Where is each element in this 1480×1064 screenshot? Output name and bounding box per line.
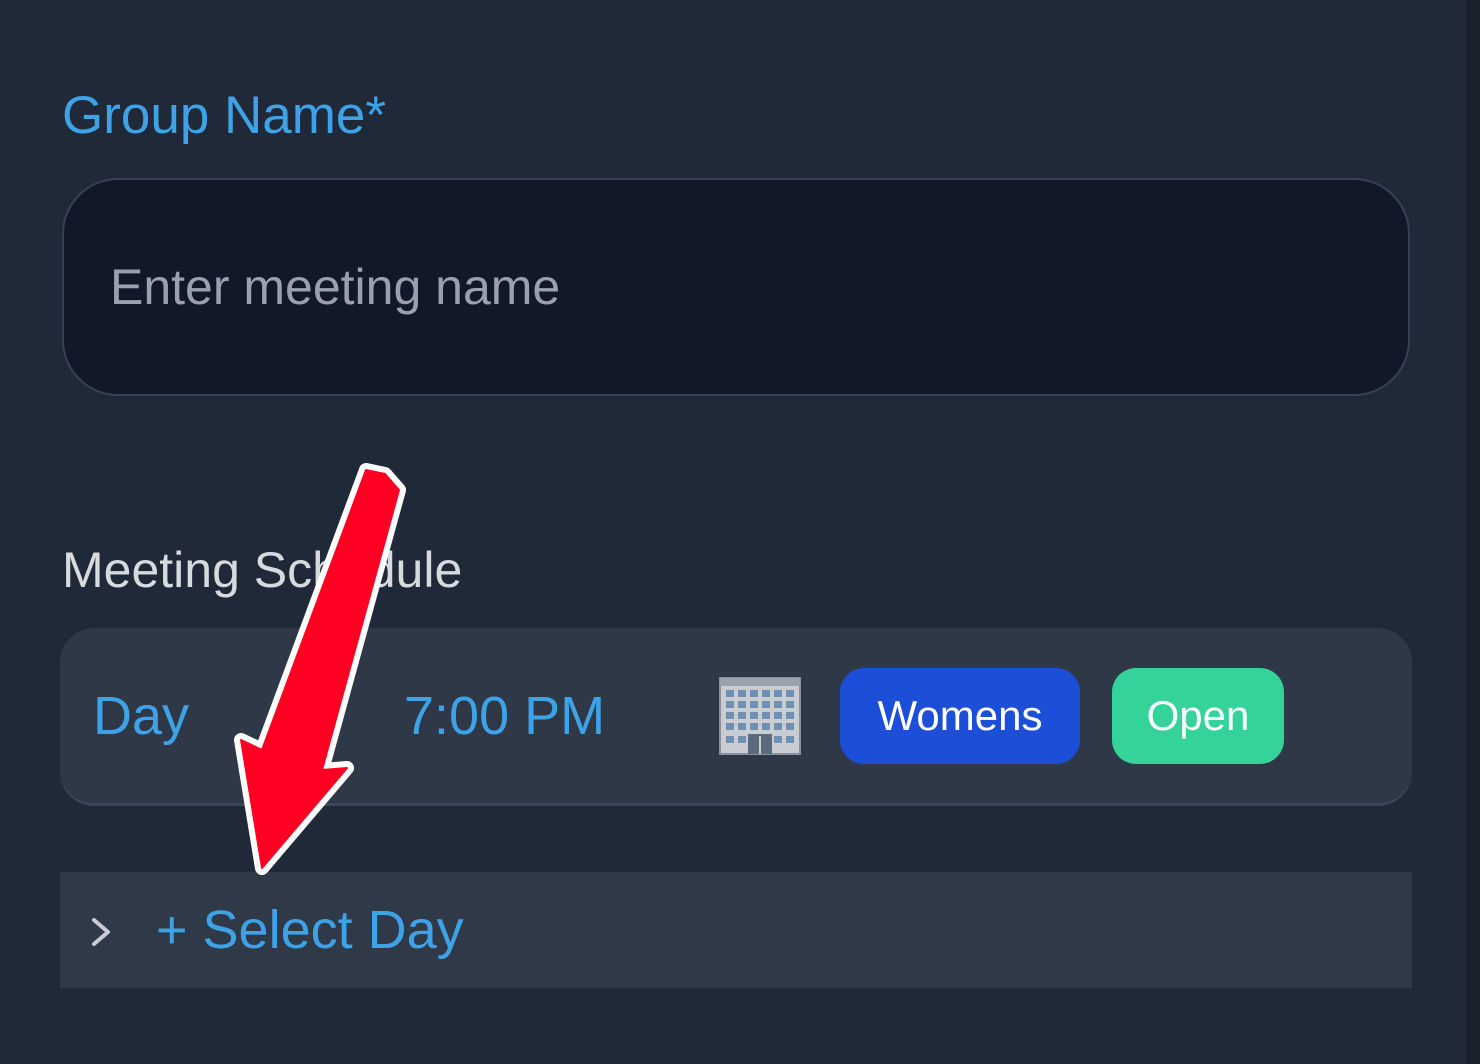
meeting-schedule-title: Meeting Schedule	[62, 542, 463, 598]
tag-womens[interactable]: Womens	[840, 668, 1080, 764]
scrollbar-track	[1466, 0, 1480, 1064]
group-name-input[interactable]	[62, 178, 1410, 396]
chevron-right-icon	[86, 912, 116, 952]
form-page: Group Name* Meeting Schedule Day 7:00 PM…	[0, 0, 1480, 1064]
building-icon	[718, 674, 802, 756]
schedule-entry-card[interactable]: Day 7:00 PM Womens Open	[60, 628, 1412, 806]
select-day-button[interactable]: + Select Day	[60, 872, 1412, 988]
schedule-day: Day	[93, 686, 190, 746]
select-day-label: + Select Day	[156, 900, 464, 960]
tag-open[interactable]: Open	[1112, 668, 1284, 764]
schedule-time: 7:00 PM	[404, 686, 606, 746]
group-name-label: Group Name*	[62, 86, 387, 145]
